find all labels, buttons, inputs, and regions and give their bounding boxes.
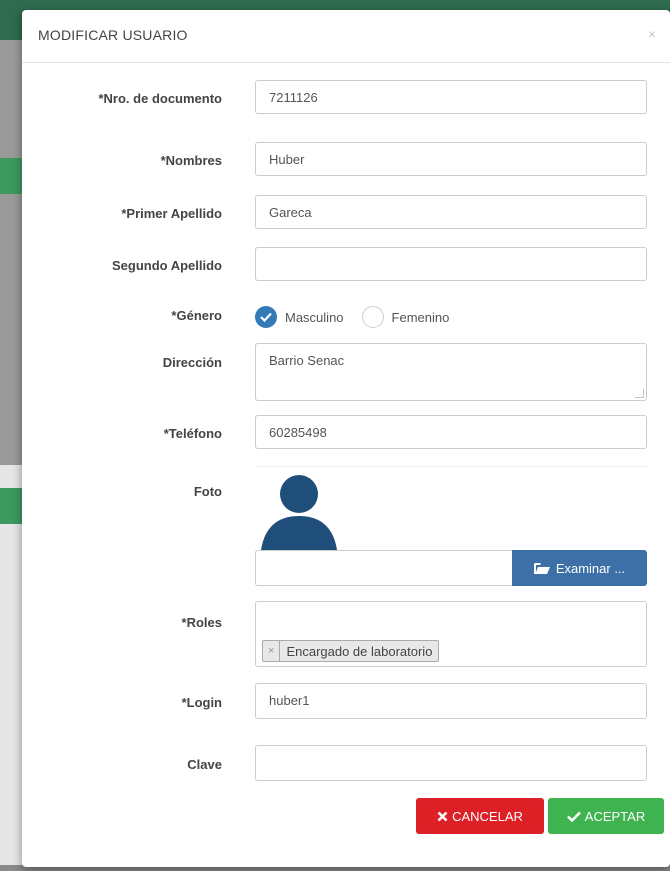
divider [255, 466, 647, 467]
cancel-button-label: CANCELAR [452, 808, 523, 824]
accept-button-label: ACEPTAR [584, 808, 646, 824]
primer-apellido-input[interactable]: Gareca [255, 195, 647, 229]
direccion-label: Dirección [162, 355, 222, 370]
resize-grip-icon[interactable] [635, 389, 644, 398]
documento-input[interactable]: 7211126 [255, 80, 647, 114]
telefono-input[interactable]: 60285498 [255, 415, 647, 449]
documento-label: *Nro. de documento [98, 91, 222, 106]
check-icon [260, 312, 272, 322]
radio-masculino-label[interactable]: Masculino [285, 310, 344, 325]
role-tag-label: Encargado de laboratorio [286, 643, 433, 659]
background-page [0, 40, 22, 465]
foto-file-input[interactable] [255, 550, 512, 586]
modal-title: MODIFICAR USUARIO [38, 27, 188, 43]
genero-label: *Género [171, 308, 222, 323]
roles-multiselect[interactable]: × Encargado de laboratorio [255, 601, 647, 667]
radio-masculino[interactable] [255, 306, 277, 328]
foto-label: Foto [193, 484, 222, 499]
telefono-label: *Teléfono [163, 426, 222, 441]
times-icon [437, 811, 448, 821]
roles-label: *Roles [181, 615, 222, 630]
clave-label: Clave [187, 757, 222, 772]
check-icon [566, 811, 581, 822]
modify-user-modal: MODIFICAR USUARIO × *Nro. de documento 7… [22, 10, 670, 867]
genero-radio-group: Masculino Femenino [255, 306, 467, 328]
user-avatar-icon [261, 475, 337, 550]
browse-button[interactable]: Examinar ... [512, 550, 647, 586]
login-label: *Login [181, 695, 222, 710]
radio-femenino-label[interactable]: Femenino [392, 310, 450, 325]
clave-input[interactable] [255, 745, 647, 781]
direccion-value: Barrio Senac [269, 353, 345, 368]
segundo-apellido-input[interactable] [255, 247, 647, 281]
segundo-apellido-label: Segundo Apellido [111, 258, 222, 273]
radio-femenino[interactable] [361, 306, 384, 328]
folder-open-icon [533, 563, 550, 574]
login-input[interactable]: huber1 [255, 683, 647, 719]
close-icon[interactable]: × [648, 26, 656, 42]
direccion-textarea[interactable]: Barrio Senac [255, 343, 647, 401]
tag-remove-icon[interactable]: × [263, 641, 281, 661]
background-panel-header [0, 158, 22, 194]
role-tag: × Encargado de laboratorio [262, 640, 440, 662]
cancel-button[interactable]: CANCELAR [416, 798, 544, 834]
nombres-input[interactable]: Huber [255, 142, 647, 176]
browse-button-label: Examinar ... [555, 560, 626, 576]
background-page-lower [0, 465, 22, 865]
accept-button[interactable]: ACEPTAR [548, 798, 664, 834]
background-panel-header [0, 488, 22, 524]
primer-apellido-label: *Primer Apellido [121, 206, 222, 221]
foto-file-picker: Examinar ... [255, 550, 647, 586]
modal-header: MODIFICAR USUARIO × [22, 10, 670, 63]
nombres-label: *Nombres [160, 153, 222, 168]
